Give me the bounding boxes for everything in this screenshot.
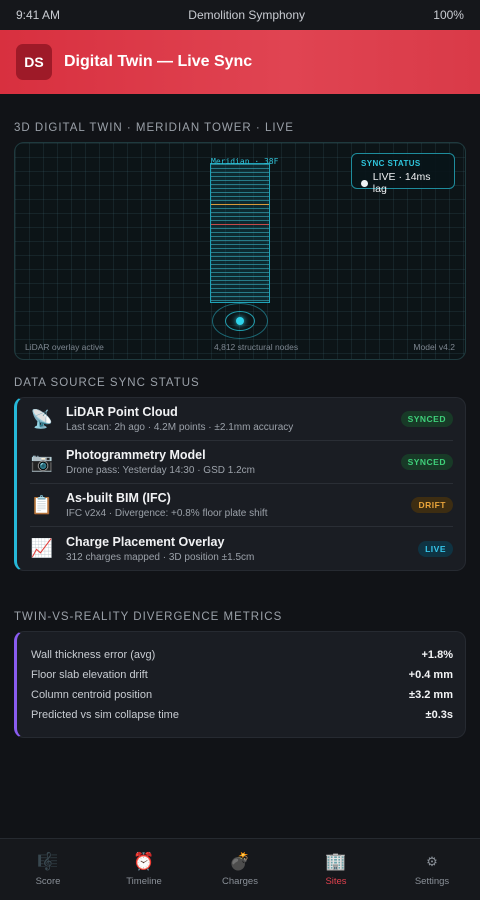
digital-twin-section: 3D DIGITAL TWIN · MERIDIAN TOWER · LIVE … [0,122,480,360]
divergence-metrics-section: TWIN-VS-REALITY DIVERGENCE METRICS Wall … [0,611,480,738]
tab-settings[interactable]: ⚙ Settings [384,839,480,900]
status-app-name: Demolition Symphony [188,8,306,22]
viewport-model-version: Model v4.2 [413,342,455,352]
app-header: DS Digital Twin — Live Sync [0,30,480,94]
tab-label: Sites [325,876,347,887]
metric-value: +0.4 mm [408,669,453,681]
status-time: 9:41 AM [16,8,61,22]
data-sources-section: DATA SOURCE SYNC STATUS 📡 LiDAR Point Cl… [0,377,480,571]
tower-alert-line [211,224,269,225]
music-score-icon: 🎼 [37,852,59,871]
clipboard-icon: 📋 [30,494,54,515]
source-row-charge-overlay[interactable]: 📈 Charge Placement Overlay 312 charges m… [30,527,453,570]
metric-label: Floor slab elevation drift [31,669,148,681]
tower-model[interactable] [210,163,270,303]
metric-row: Column centroid position ±3.2 mm [17,685,465,705]
status-badge: SYNCED [400,454,453,470]
metric-row: Predicted vs sim collapse time ±0.3s [17,705,465,725]
sources-section-title: DATA SOURCE SYNC STATUS [14,377,200,389]
tab-sites[interactable]: 🏢 Sites [288,839,384,900]
tower-label: Meridian · 38F [211,157,279,166]
source-name: Photogrammetry Model [66,448,206,462]
tab-timeline[interactable]: ⏰ Timeline [96,839,192,900]
page-title: Digital Twin — Live Sync [64,53,253,70]
sync-status-title: SYNC STATUS [361,159,421,168]
metric-value: ±3.2 mm [409,689,453,701]
source-detail: IFC v2x4 · Divergence: +0.8% floor plate… [66,508,268,519]
status-badge: LIVE [418,540,453,557]
tab-label: Timeline [126,876,162,887]
bomb-icon: 💣 [229,852,251,871]
metric-label: Column centroid position [31,689,153,701]
status-bar: 9:41 AM Demolition Symphony 100% [0,0,480,30]
sync-status-text: LIVE · 14ms lag [372,171,431,195]
viewport-node-count: 4,812 structural nodes [214,342,299,352]
metric-value: +1.8% [421,649,454,661]
source-detail: Last scan: 2h ago · 4.2M points · ±2.1mm… [66,422,294,433]
sync-status-state: LIVE · 14ms lag [361,171,445,195]
app-logo[interactable]: DS [16,44,52,80]
tab-label: Score [35,876,61,887]
source-detail: 312 charges mapped · 3D position ±1.5cm [66,551,255,563]
metric-row: Floor slab elevation drift +0.4 mm [17,665,465,685]
alarm-clock-icon: ⏰ [133,852,155,871]
building-icon: 🏢 [325,852,347,871]
metric-row: Wall thickness error (avg) +1.8% [17,645,465,665]
status-battery: 100% [433,8,464,22]
metrics-section-title: TWIN-VS-REALITY DIVERGENCE METRICS [14,611,283,623]
metric-label: Wall thickness error (avg) [31,649,156,661]
live-indicator-icon [361,179,368,187]
viewport-overlay-label: LiDAR overlay active [25,342,104,352]
metric-label: Predicted vs sim collapse time [31,709,179,721]
tab-score[interactable]: 🎼 Score [0,839,96,900]
source-name: As-built BIM (IFC) [66,491,171,505]
satellite-dish-icon: 📡 [30,408,54,429]
source-row-bim[interactable]: 📋 As-built BIM (IFC) IFC v2x4 · Divergen… [30,484,453,527]
gear-icon: ⚙ [426,854,438,869]
source-row-lidar[interactable]: 📡 LiDAR Point Cloud Last scan: 2h ago · … [30,398,453,441]
tab-label: Settings [414,876,450,887]
source-row-photogrammetry[interactable]: 📷 Photogrammetry Model Drone pass: Yeste… [30,441,453,484]
status-badge: DRIFT [411,497,453,513]
twin-3d-viewport[interactable]: Meridian · 38F SYNC STATUS LIVE · 14ms l… [14,142,466,360]
camera-icon: 📷 [30,451,54,472]
epicenter-marker-icon [236,317,244,325]
sync-status-box: SYNC STATUS LIVE · 14ms lag [351,153,455,195]
tab-label: Charges [222,876,258,887]
metric-value: ±0.3s [425,709,453,721]
tab-charges[interactable]: 💣 Charges [192,839,288,900]
source-detail: Drone pass: Yesterday 14:30 · GSD 1.2cm [66,465,255,476]
source-name: LiDAR Point Cloud [66,405,178,419]
source-name: Charge Placement Overlay [66,534,225,549]
twin-section-title: 3D DIGITAL TWIN · MERIDIAN TOWER · LIVE [14,122,294,134]
sources-card: 📡 LiDAR Point Cloud Last scan: 2h ago · … [14,397,466,571]
tower-drift-line [211,204,269,205]
bottom-tab-bar: 🎼 Score ⏰ Timeline 💣 Charges 🏢 Sites ⚙ S… [0,838,480,900]
status-badge: SYNCED [400,411,453,427]
metrics-card: Wall thickness error (avg) +1.8% Floor s… [14,631,466,738]
chart-icon: 📈 [30,538,54,558]
